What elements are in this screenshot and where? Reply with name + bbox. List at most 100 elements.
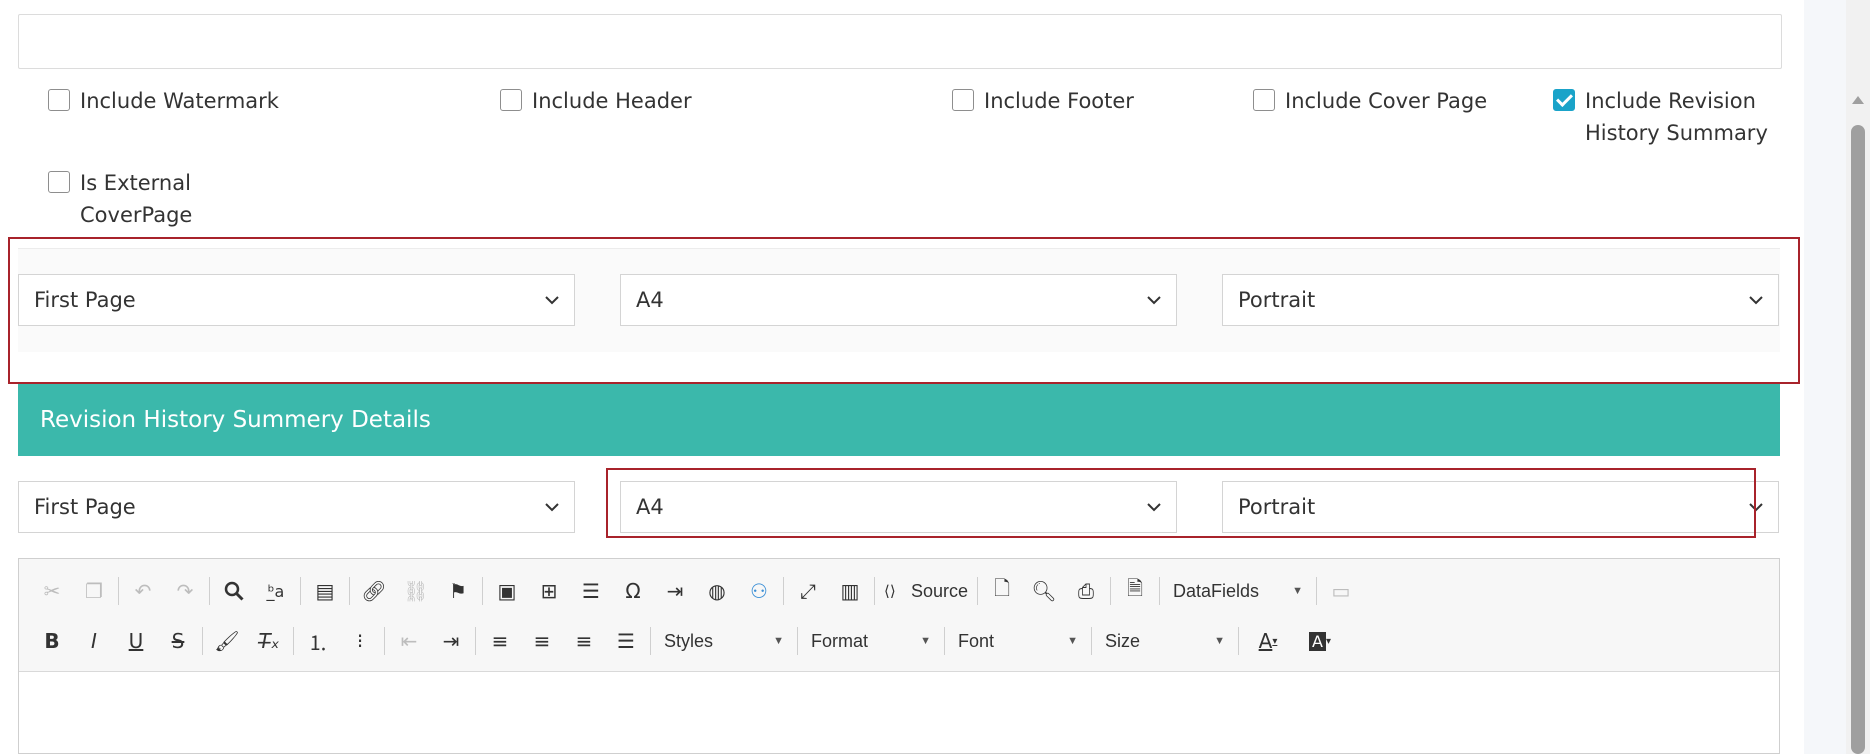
new-page-icon[interactable]: 🗋 xyxy=(981,571,1023,611)
toolbar-separator xyxy=(1238,627,1239,655)
sitemap-icon[interactable]: ⚇ xyxy=(738,571,780,611)
datafields-label: DataFields xyxy=(1173,580,1260,601)
chevron-down-icon xyxy=(545,503,559,512)
dropdown-arrow-icon: ▼ xyxy=(920,635,931,647)
form-icon[interactable]: ▭ xyxy=(1320,571,1362,611)
underline-icon[interactable]: U xyxy=(115,621,157,661)
toolbar-separator xyxy=(650,627,651,655)
source-label: Source xyxy=(910,580,968,601)
italic-icon[interactable]: I xyxy=(73,621,115,661)
source-icon: ⟨⟩ xyxy=(884,583,896,600)
strikethrough-icon[interactable]: S xyxy=(157,621,199,661)
include-header-checkbox[interactable]: Include Header xyxy=(500,85,692,117)
image-icon[interactable]: ▣ xyxy=(486,571,528,611)
toolbar-separator xyxy=(300,577,301,605)
print-icon[interactable]: ⎙ xyxy=(1065,571,1107,611)
include-footer-checkbox[interactable]: Include Footer xyxy=(952,85,1134,117)
toolbar-separator xyxy=(209,577,210,605)
dropdown-arrow-icon: ▼ xyxy=(1292,585,1303,597)
undo-icon[interactable]: ↶ xyxy=(122,571,164,611)
checkbox-box[interactable] xyxy=(500,89,522,111)
remove-format-icon[interactable]: T̶ₓ xyxy=(248,621,290,661)
toolbar-separator xyxy=(944,627,945,655)
text-color-icon[interactable]: A ▾ xyxy=(1242,621,1294,661)
bold-icon[interactable]: B xyxy=(31,621,73,661)
select-all-icon[interactable]: ▤ xyxy=(304,571,346,611)
cut-icon[interactable]: ✂ xyxy=(31,571,73,611)
highlight-box xyxy=(606,468,1756,538)
scroll-up-arrow-icon[interactable] xyxy=(1852,96,1864,104)
page-break-icon[interactable]: ⇥ xyxy=(654,571,696,611)
align-left-icon[interactable]: ≡ xyxy=(479,621,521,661)
section-title: Revision History Summery Details xyxy=(40,407,431,433)
checkbox-label: Is External CoverPage xyxy=(80,171,193,227)
rich-text-editor[interactable]: ✂ ❐ ↶ ↷ ᵇ̲a ▤ 🔗︎ ⛓ ⚑ ▣ ⊞ ☰ Ω ⇥ ◍ ⚇ ⤢ ▥ ⟨… xyxy=(18,558,1780,754)
redo-icon[interactable]: ↷ xyxy=(164,571,206,611)
is-external-coverpage-checkbox[interactable]: Is External CoverPage xyxy=(48,167,218,231)
checkbox-label: Include Cover Page xyxy=(1285,89,1488,113)
datafields-dropdown[interactable]: DataFields ▼ xyxy=(1163,573,1313,609)
styles-label: Styles xyxy=(664,630,714,651)
toolbar-separator xyxy=(1159,577,1160,605)
dropdown-arrow-icon: ▼ xyxy=(1214,635,1225,647)
toolbar-separator xyxy=(783,577,784,605)
format-label: Format xyxy=(811,630,869,651)
find-icon[interactable] xyxy=(213,571,255,611)
special-character-icon[interactable]: Ω xyxy=(612,571,654,611)
toolbar-separator xyxy=(482,577,483,605)
bulleted-list-icon[interactable]: ⁝ xyxy=(339,621,381,661)
toolbar-separator xyxy=(977,577,978,605)
dropdown-arrow-icon: ▼ xyxy=(1067,635,1078,647)
source-button[interactable]: ⟨⟩ Source xyxy=(878,573,974,609)
copy-icon[interactable]: ❐ xyxy=(73,571,115,611)
checkbox-box[interactable] xyxy=(48,171,70,193)
checkbox-label: Include Header xyxy=(532,89,692,113)
styles-dropdown[interactable]: Styles ▼ xyxy=(654,623,794,659)
font-label: Font xyxy=(958,630,995,651)
justify-icon[interactable]: ☰ xyxy=(605,621,647,661)
toolbar-separator xyxy=(797,627,798,655)
link-icon[interactable]: 🔗︎ xyxy=(353,571,395,611)
size-dropdown[interactable]: Size ▼ xyxy=(1095,623,1235,659)
toolbar-separator xyxy=(293,627,294,655)
anchor-flag-icon[interactable]: ⚑ xyxy=(437,571,479,611)
include-cover-page-checkbox[interactable]: Include Cover Page xyxy=(1253,85,1487,117)
font-dropdown[interactable]: Font ▼ xyxy=(948,623,1088,659)
background-color-icon[interactable]: A ▾ xyxy=(1294,621,1346,661)
checkbox-label: Include Watermark xyxy=(80,89,279,113)
numbered-list-icon[interactable]: ⒈ xyxy=(297,621,339,661)
maximize-icon[interactable]: ⤢ xyxy=(787,571,829,611)
increase-indent-icon[interactable]: ⇥ xyxy=(430,621,472,661)
section-page-select[interactable]: First Page xyxy=(18,481,575,533)
iframe-globe-icon[interactable]: ◍ xyxy=(696,571,738,611)
table-icon[interactable]: ⊞ xyxy=(528,571,570,611)
toolbar-separator xyxy=(1091,627,1092,655)
scrollbar-thumb[interactable] xyxy=(1851,125,1865,754)
checkbox-box-checked[interactable] xyxy=(1553,89,1575,111)
checkbox-box[interactable] xyxy=(48,89,70,111)
decrease-indent-icon[interactable]: ⇤ xyxy=(388,621,430,661)
checkbox-box[interactable] xyxy=(952,89,974,111)
toolbar-separator xyxy=(475,627,476,655)
horizontal-line-icon[interactable]: ☰ xyxy=(570,571,612,611)
toolbar-separator xyxy=(1110,577,1111,605)
toolbar-row-2: B I U S 🖌︎ T̶ₓ ⒈ ⁝ ⇤ ⇥ ≡ ≡ ≡ ☰ Styles ▼ xyxy=(31,619,1346,663)
toolbar-row-1: ✂ ❐ ↶ ↷ ᵇ̲a ▤ 🔗︎ ⛓ ⚑ ▣ ⊞ ☰ Ω ⇥ ◍ ⚇ ⤢ ▥ ⟨… xyxy=(31,569,1362,613)
include-watermark-checkbox[interactable]: Include Watermark xyxy=(48,85,279,117)
include-revision-history-summary-checkbox[interactable]: Include Revision History Summary xyxy=(1553,85,1773,149)
align-right-icon[interactable]: ≡ xyxy=(563,621,605,661)
toolbar-separator xyxy=(349,577,350,605)
section-page-value: First Page xyxy=(34,495,136,519)
preview-icon[interactable]: 🔍︎ xyxy=(1023,571,1065,611)
copy-formatting-icon[interactable]: 🖌︎ xyxy=(206,621,248,661)
align-center-icon[interactable]: ≡ xyxy=(521,621,563,661)
dropdown-arrow-icon: ▼ xyxy=(773,635,784,647)
section-header: Revision History Summery Details xyxy=(18,384,1780,456)
description-field[interactable] xyxy=(18,14,1782,69)
replace-icon[interactable]: ᵇ̲a xyxy=(255,571,297,611)
unlink-icon[interactable]: ⛓ xyxy=(395,571,437,611)
templates-icon[interactable]: 🗎 xyxy=(1114,571,1156,611)
format-dropdown[interactable]: Format ▼ xyxy=(801,623,941,659)
show-blocks-icon[interactable]: ▥ xyxy=(829,571,871,611)
checkbox-box[interactable] xyxy=(1253,89,1275,111)
